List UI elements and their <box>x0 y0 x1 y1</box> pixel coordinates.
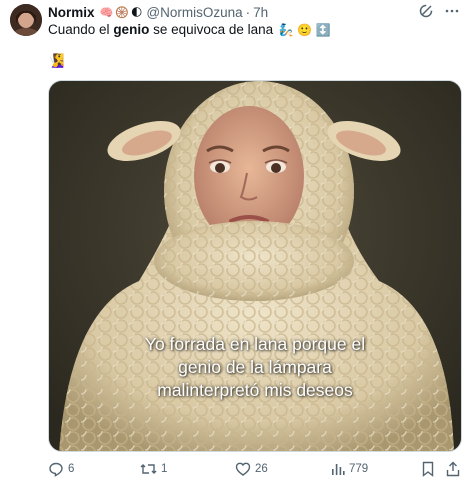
heart-icon <box>235 462 251 476</box>
caption-line-3: malinterpretó mis deseos <box>157 380 353 400</box>
grok-icon[interactable] <box>418 3 434 19</box>
tweet-text-bold: genio <box>113 22 150 37</box>
reply-count: 6 <box>68 463 75 475</box>
bookmark-button[interactable] <box>421 461 435 477</box>
bookmark-icon <box>422 461 434 477</box>
wheel-emoji: 🛞 <box>115 6 129 19</box>
like-count: 26 <box>255 463 268 475</box>
views-button[interactable]: 779 <box>331 461 368 477</box>
tweet[interactable]: Normix 🧠 🛞 🌓 @NormisOzuna · 7h Cuando el… <box>0 0 472 488</box>
moon-emoji: 🌓 <box>130 6 143 19</box>
repost-count: 1 <box>161 463 168 475</box>
tweet-text-part: Cuando el <box>48 22 114 37</box>
more-options-icon[interactable] <box>444 3 460 19</box>
tweet-emojis: 🧞 🙂 ↕️ <box>278 23 331 37</box>
separator-dot: · <box>245 4 251 20</box>
share-icon <box>446 461 460 477</box>
brain-emoji: 🧠 <box>99 6 114 19</box>
reply-button[interactable]: 6 <box>48 461 74 477</box>
action-bar: 6 1 26 779 <box>48 461 462 481</box>
name-badges: 🧠 🛞 🌓 <box>100 6 143 19</box>
media-caption: Yo forrada en lana porque el genio de la… <box>49 333 461 402</box>
display-name[interactable]: Normix <box>48 5 95 20</box>
repost-icon <box>140 464 157 474</box>
tweet-text: Cuando el genio se equivoca de lana 🧞 🙂 … <box>48 21 330 39</box>
top-icons <box>418 3 460 19</box>
media-image[interactable]: Yo forrada en lana porque el genio de la… <box>48 80 462 452</box>
tweet-header: Normix 🧠 🛞 🌓 @NormisOzuna · 7h <box>48 4 268 20</box>
tweet-emoji-line: 🧏‍♀️ <box>48 53 65 68</box>
share-button[interactable] <box>446 461 460 477</box>
avatar[interactable] <box>10 4 42 36</box>
views-icon <box>332 464 345 475</box>
reply-icon <box>49 462 63 477</box>
caption-line-1: Yo forrada en lana porque el <box>144 334 366 354</box>
avatar-image <box>10 4 42 36</box>
view-count: 779 <box>349 463 369 475</box>
user-handle[interactable]: @NormisOzuna <box>146 5 242 20</box>
tweet-text-part: se equivoca de lana <box>149 22 274 37</box>
caption-line-2: genio de la lámpara <box>178 357 332 377</box>
repost-button[interactable]: 1 <box>140 461 167 477</box>
like-button[interactable]: 26 <box>235 461 268 477</box>
timestamp[interactable]: 7h <box>253 5 268 20</box>
